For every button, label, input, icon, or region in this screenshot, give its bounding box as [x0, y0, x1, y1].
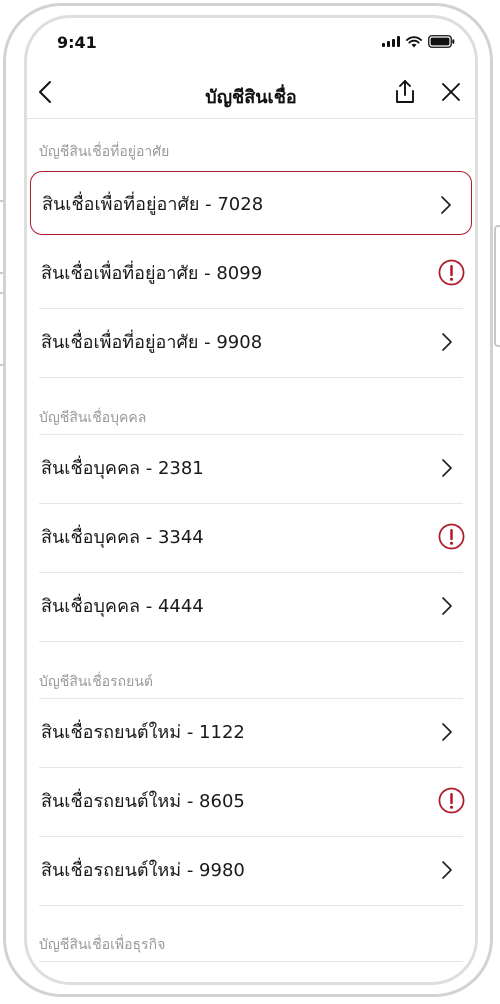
row-label: สินเชื่อเพื่อที่อยู่อาศัย - 8099 — [41, 262, 263, 284]
divider — [39, 377, 463, 378]
loan-row-auto-9980[interactable]: สินเชื่อรถยนต์ใหม่ - 9980 — [27, 837, 475, 901]
divider — [39, 961, 463, 962]
battery-icon — [428, 35, 455, 48]
signal-icon — [382, 36, 400, 47]
loan-row-auto-8605[interactable]: สินเชื่อรถยนต์ใหม่ - 8605 — [27, 768, 475, 832]
section-header-housing: บัญชีสินเชื่อที่อยู่อาศัย — [39, 144, 170, 160]
loan-row-personal-2381[interactable]: สินเชื่อบุคคล - 2381 — [27, 435, 475, 499]
chevron-right-icon — [442, 597, 452, 615]
alert-icon — [438, 787, 465, 814]
close-icon — [442, 83, 460, 101]
alert-icon — [438, 259, 465, 286]
row-label: สินเชื่อรถยนต์ใหม่ - 9980 — [41, 859, 245, 881]
status-icons — [382, 35, 455, 48]
power-button — [494, 225, 500, 347]
loan-row-personal-3344[interactable]: สินเชื่อบุคคล - 3344 — [27, 504, 475, 568]
row-label: สินเชื่อรถยนต์ใหม่ - 1122 — [41, 721, 245, 743]
close-button[interactable] — [439, 80, 463, 104]
section-header-business: บัญชีสินเชื่อเพื่อธุรกิจ — [39, 937, 166, 953]
chevron-right-icon — [441, 196, 451, 214]
divider — [39, 641, 463, 642]
chevron-right-icon — [442, 723, 452, 741]
loan-row-personal-4444[interactable]: สินเชื่อบุคคล - 4444 — [27, 573, 475, 637]
row-label: สินเชื่อบุคคล - 3344 — [41, 526, 204, 548]
section-header-personal: บัญชีสินเชื่อบุคคล — [39, 410, 147, 426]
chevron-right-icon — [442, 459, 452, 477]
nav-bar: บัญชีสินเชื่อ — [27, 68, 475, 119]
status-bar: 9:41 — [27, 18, 475, 64]
loan-row-housing-7028[interactable]: สินเชื่อเพื่อที่อยู่อาศัย - 7028 — [30, 171, 472, 235]
row-label: สินเชื่อบุคคล - 2381 — [41, 457, 204, 479]
divider — [39, 905, 463, 906]
chevron-right-icon — [442, 861, 452, 879]
phone-screen-frame: 9:41 บัญชีสินเชื่อ บัญชีสินเชื่อที่อยู่อ… — [24, 15, 478, 985]
row-label: สินเชื่อเพื่อที่อยู่อาศัย - 9908 — [41, 331, 263, 353]
row-label: สินเชื่อรถยนต์ใหม่ - 8605 — [41, 790, 245, 812]
wifi-icon — [406, 35, 422, 48]
share-button[interactable] — [393, 79, 417, 105]
loan-row-housing-9908[interactable]: สินเชื่อเพื่อที่อยู่อาศัย - 9908 — [27, 309, 475, 373]
share-icon — [396, 80, 414, 103]
chevron-right-icon — [442, 333, 452, 351]
status-time: 9:41 — [57, 33, 97, 52]
section-header-auto: บัญชีสินเชื่อรถยนต์ — [39, 674, 153, 690]
alert-icon — [438, 523, 465, 550]
loan-row-auto-1122[interactable]: สินเชื่อรถยนต์ใหม่ - 1122 — [27, 699, 475, 763]
row-label: สินเชื่อเพื่อที่อยู่อาศัย - 7028 — [42, 193, 264, 215]
row-label: สินเชื่อบุคคล - 4444 — [41, 595, 204, 617]
screen: 9:41 บัญชีสินเชื่อ บัญชีสินเชื่อที่อยู่อ… — [27, 18, 475, 982]
loan-row-housing-8099[interactable]: สินเชื่อเพื่อที่อยู่อาศัย - 8099 — [27, 240, 475, 304]
